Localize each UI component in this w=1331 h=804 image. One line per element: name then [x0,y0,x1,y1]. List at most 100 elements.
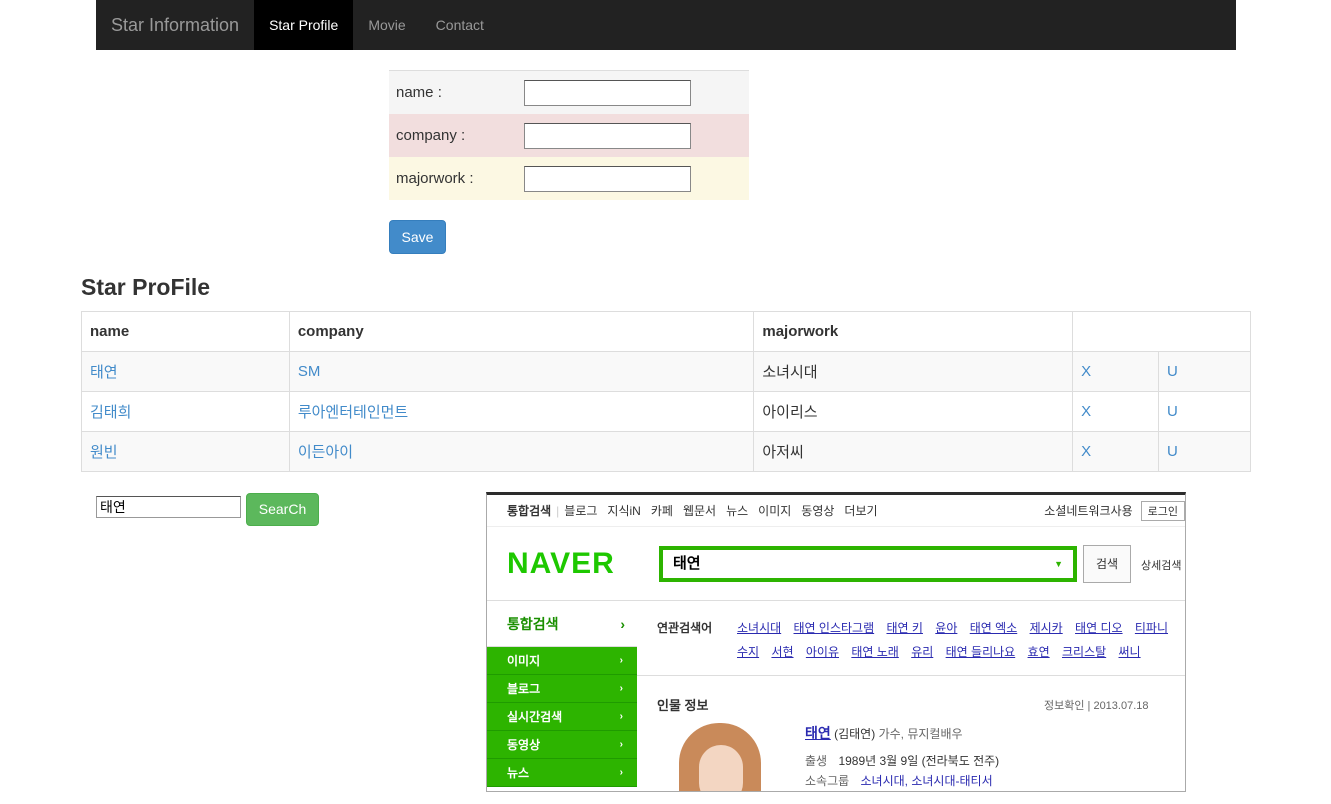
header-majorwork: majorwork [753,311,1074,352]
chevron-right-icon: › [619,711,623,722]
naver-advanced: 상세검색 [1141,560,1182,572]
form-row-name: name : [389,71,749,114]
related-keyword: 태연 키 [886,621,923,635]
naver-person-name: 태연 (김태연) 가수, 뮤지컬배우 [805,723,963,743]
brand-link[interactable]: Star Information [96,0,254,50]
related-keyword: 효연 [1027,645,1050,659]
profile-form: name : company : majorwork : [389,70,749,200]
naver-birth: 출생 1989년 3월 9일 (전라북도 전주) [805,752,999,769]
chevron-right-icon: › [619,739,623,750]
related-keyword: 태연 엑소 [969,621,1018,635]
delete-link[interactable]: X [1081,403,1091,420]
naver-side-main-label: 통합검색 [507,616,559,632]
naver-login: 로그인 [1140,500,1185,521]
nav-star-profile[interactable]: Star Profile [254,0,354,50]
company-input[interactable] [524,122,691,149]
majorwork-input[interactable] [524,165,691,192]
person-photo [679,723,761,791]
star-profile-table: name company majorwork 태연 SM 소녀시대 X U 김태… [81,311,1251,472]
delete-link[interactable]: X [1081,363,1091,380]
naver-header: NAVER 태연 ▼ 검색 상세검색 [487,527,1185,601]
naver-menu-item: 이미지 [758,504,792,518]
naver-search-screenshot: 통합검색 | 블로그 지식iN 카페 웹문서 뉴스 이미지 동영상 더보기 소셜네… [486,492,1186,792]
table-row: 원빈 이든아이 아저씨 X U [81,431,1251,472]
row-name-link[interactable]: 원빈 [90,444,118,461]
naver-group: 소속그룹 소녀시대, 소녀시대-태티서 [805,772,993,789]
naver-menu-item: 동영상 [801,504,835,518]
naver-related-label: 연관검색어 [657,621,713,635]
company-label: company : [396,127,466,144]
related-keyword: 태연 들리나요 [945,645,1016,659]
majorwork-label: majorwork : [396,170,474,187]
naver-logo: NAVER [507,547,615,580]
group-key: 소속그룹 [805,774,850,788]
header-actions [1072,311,1251,352]
search-button[interactable]: SearCh [246,493,319,526]
row-company-link[interactable]: SM [298,363,321,380]
naver-side-item: 실시간검색 › [487,703,637,731]
related-keyword: 아이유 [805,645,839,659]
naver-side-main: 통합검색 › [487,604,637,647]
person-job: 가수, 뮤지컬배우 [878,727,963,741]
naver-side-item: 동영상 › [487,731,637,759]
table-row: 태연 SM 소녀시대 X U [81,351,1251,392]
row-name-link[interactable]: 김태희 [90,404,131,421]
naver-menu-item: 지식iN [607,504,641,518]
birth-value: 1989년 3월 9일 (전라북도 전주) [838,754,1000,768]
row-company-link[interactable]: 루아엔터테인먼트 [298,404,408,421]
naver-side-label: 이미지 [507,654,541,668]
nav-contact[interactable]: Contact [421,0,499,50]
naver-menu-item: 웹문서 [682,504,717,518]
related-keyword: 티파니 [1134,621,1169,635]
naver-side-label: 블로그 [507,682,541,696]
form-row-majorwork: majorwork : [389,157,749,200]
naver-query: 태연 [673,555,701,572]
header-company: company [288,311,755,352]
birth-key: 출생 [805,754,828,768]
person-name: 태연 [805,725,831,741]
naver-side-label: 뉴스 [507,766,530,780]
naver-person-title: 인물 정보 [657,698,709,713]
naver-menu-item: 블로그 [564,504,598,518]
name-label: name : [396,84,442,101]
update-link[interactable]: U [1167,443,1178,460]
naver-side-label: 동영상 [507,738,541,752]
header-name: name [81,311,290,352]
naver-menu-item: 통합검색 [507,504,552,518]
row-majorwork: 아저씨 [753,431,1074,472]
chevron-right-icon: › [619,767,623,778]
naver-menu-item: 더보기 [844,504,878,518]
nav-movie[interactable]: Movie [353,0,420,50]
related-keyword: 태연 디오 [1075,621,1123,635]
search-input[interactable] [96,496,241,518]
related-keyword: 윤아 [935,621,958,635]
related-keyword: 태연 인스타그램 [793,621,875,635]
name-input[interactable] [524,79,691,106]
naver-menu-item: 카페 [650,504,673,518]
update-link[interactable]: U [1167,403,1178,420]
naver-side-label: 실시간검색 [507,710,563,724]
related-keyword: 태연 노래 [851,645,899,659]
table-row: 김태희 루아엔터테인먼트 아이리스 X U [81,391,1251,432]
chevron-right-icon: › [620,616,625,632]
related-keyword: 유리 [911,645,934,659]
related-keyword: 서현 [771,645,794,659]
person-real-name: (김태연) [834,727,876,741]
related-keyword: 크리스탈 [1061,645,1107,659]
related-keyword: 소녀시대 [737,621,782,635]
naver-search-button: 검색 [1083,545,1131,583]
group-value: 소녀시대, 소녀시대-태티서 [860,774,993,788]
section-title: Star ProFile [81,274,211,300]
row-company-link[interactable]: 이든아이 [298,444,353,461]
related-keyword: 제시카 [1029,621,1063,635]
related-keyword: 수지 [737,645,760,659]
naver-related-row-1: 소녀시대 태연 인스타그램 태연 키 윤아 태연 엑소 제시카 태연 디오 티파… [737,619,1177,636]
save-button[interactable]: Save [389,220,446,254]
naver-divider [637,675,1185,676]
related-keyword: 써니 [1118,645,1141,659]
row-majorwork: 아이리스 [753,391,1074,432]
naver-related-row-2: 수지 서현 아이유 태연 노래 유리 태연 들리나요 효연 크리스탈 써니 [737,643,1150,660]
row-name-link[interactable]: 태연 [90,364,118,381]
update-link[interactable]: U [1167,363,1178,380]
delete-link[interactable]: X [1081,443,1091,460]
